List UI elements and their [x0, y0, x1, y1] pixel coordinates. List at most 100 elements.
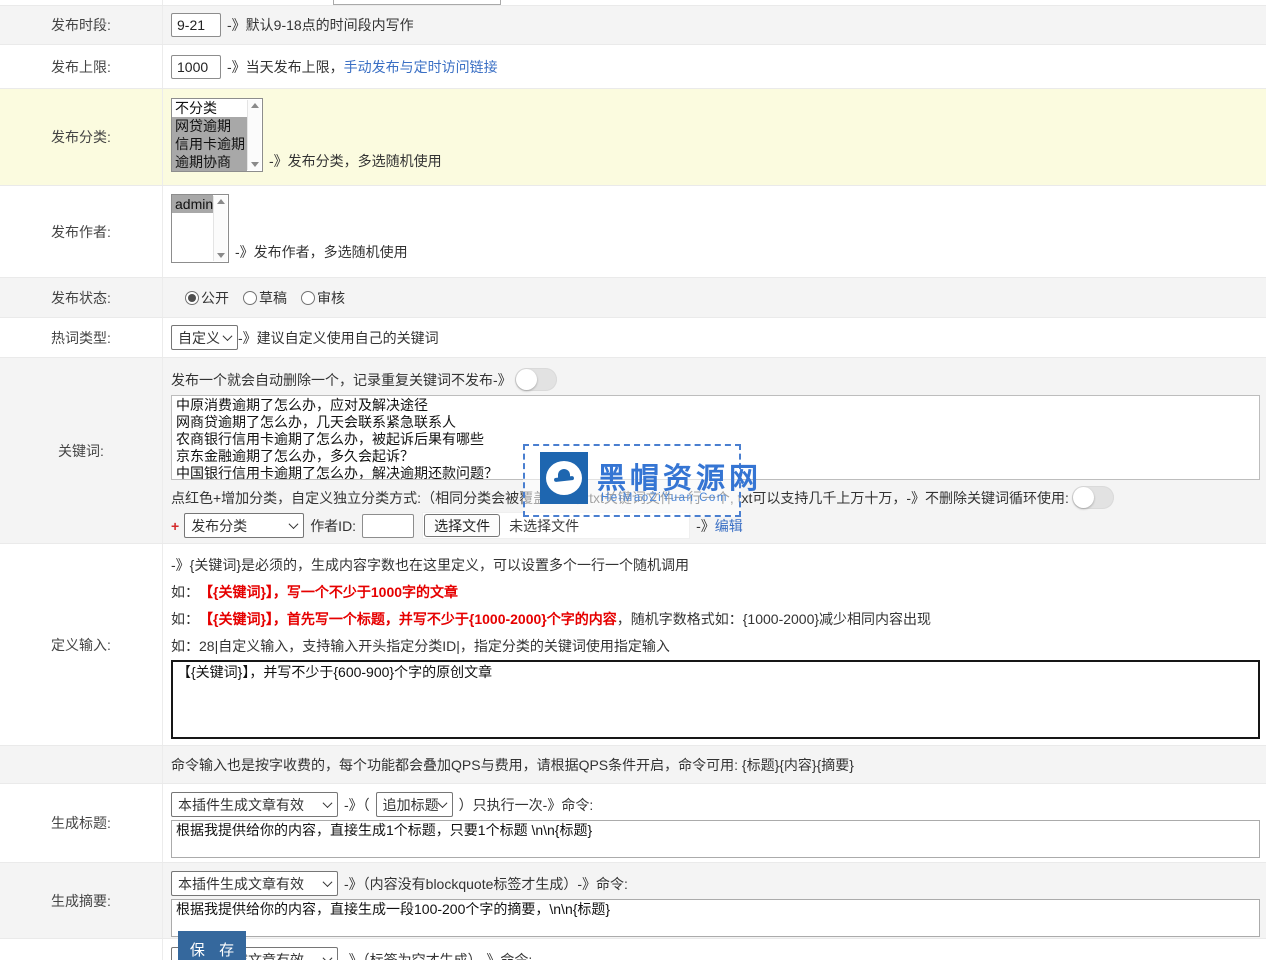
publish-author-hint: -》发布作者，多选随机使用 [235, 242, 408, 262]
radio-unchecked-icon[interactable] [243, 291, 257, 305]
title-mode-select[interactable]: 本插件生成文章有效 [171, 792, 338, 817]
radio-draft[interactable]: 草稿 [243, 288, 287, 308]
publish-category-label: 发布分类: [0, 89, 163, 185]
example2-text: 【{关键词}】，首先写一个标题，并写不少于{1000-2000}个字的内容 [199, 609, 617, 629]
watermark-overlay: 黑帽资源网 HeiMaoZiYuan.Com [523, 444, 741, 517]
file-status-text: 未选择文件 [509, 516, 579, 536]
tags-mid-text: -》（标签为空才生成）-》命令: [344, 950, 532, 960]
chevron-down-icon [323, 877, 333, 887]
chevron-down-icon [289, 519, 299, 529]
row-publish-limit: 发布上限: -》当天发布上限， 手动发布与定时访问链接 [0, 44, 1266, 88]
publish-category-hint: -》发布分类，多选随机使用 [269, 151, 442, 171]
publish-limit-input[interactable] [171, 55, 221, 79]
chevron-down-icon [223, 331, 233, 341]
summary-mode-select[interactable]: 本插件生成文章有效 [171, 871, 338, 896]
radio-unchecked-icon[interactable] [301, 291, 315, 305]
example1-text: 【{关键词}】，写一个不少于1000字的文章 [199, 582, 458, 602]
publish-status-label: 发布状态: [0, 278, 163, 317]
heimao-logo-icon [540, 452, 588, 504]
example-prefix: 如： [171, 636, 199, 656]
define-input-textarea[interactable]: 【{关键词}】，并写不少于{600-900}个字的原创文章 [171, 660, 1260, 739]
generate-summary-textarea[interactable]: 根据我提供给你的内容，直接生成一段100-200个字的摘要，\n\n{标题} [171, 899, 1260, 937]
hotword-type-hint: -》建议自定义使用自己的关键词 [238, 328, 439, 348]
radio-review[interactable]: 审核 [301, 288, 345, 308]
example2-tail: ，随机字数格式如：{1000-2000}减少相同内容出现 [617, 609, 931, 629]
category-option[interactable]: 信用卡逾期 [172, 135, 247, 153]
category-option[interactable]: 网贷逾期 [172, 117, 247, 135]
generate-title-textarea[interactable]: 根据我提供给你的内容，直接生成1个标题，只要1个标题 \n\n{标题} [171, 820, 1260, 858]
listbox-scrollbar[interactable] [247, 100, 261, 170]
add-category-button[interactable]: + [171, 518, 179, 534]
scroll-up-icon[interactable] [251, 103, 259, 108]
edit-arrow-text: -》 [696, 516, 715, 536]
publish-time-input[interactable] [171, 13, 221, 37]
publish-limit-label: 发布上限: [0, 45, 163, 88]
publish-limit-hint: -》当天发布上限， [227, 57, 344, 77]
publish-time-hint: -》默认9-18点的时间段内写作 [227, 15, 414, 35]
scroll-down-icon[interactable] [217, 253, 225, 258]
publish-author-label: 发布作者: [0, 186, 163, 277]
cutoff-row-top [0, 0, 1266, 5]
row-billing-note: 命令输入也是按字收费的，每个功能都会叠加QPS与费用，请根据QPS条件开启，命令… [0, 745, 1266, 783]
cutoff-input-remnant [333, 0, 501, 5]
row-publish-category: 发布分类: 不分类 网贷逾期 信用卡逾期 逾期协商 -》发布分类，多选随机使用 [0, 88, 1266, 185]
keyword-category-select[interactable]: 发布分类 [184, 513, 304, 538]
chevron-down-icon [323, 798, 333, 808]
publish-status-radio-group: 公开 草稿 审核 [185, 288, 345, 308]
radio-draft-label: 草稿 [259, 288, 287, 308]
save-button[interactable]: 保 存 [178, 931, 246, 960]
choose-file-button[interactable]: 选择文件 [424, 514, 500, 537]
example3-text: 28|自定义输入，支持输入开头指定分类ID|，指定分类的关键词使用指定输入 [199, 636, 670, 656]
watermark-title: 黑帽资源网 [597, 455, 762, 497]
edit-link[interactable]: 编辑 [715, 516, 743, 536]
plugin-settings-page: 发布时段: -》默认9-18点的时间段内写作 发布上限: -》当天发布上限， 手… [0, 0, 1266, 960]
category-option[interactable]: 逾期协商 [172, 153, 247, 171]
scroll-up-icon[interactable] [217, 199, 225, 204]
row-generate-title: 生成标题: 本插件生成文章有效 -》（ 追加标题 ）只执行一次-》命令: 根据我… [0, 783, 1266, 862]
row-define-input: 定义输入: -》{关键词}是必须的，生成内容字数也在这里定义，可以设置多个一行一… [0, 543, 1266, 745]
author-listbox[interactable]: admin [171, 194, 229, 263]
author-id-label: 作者ID: [310, 516, 356, 536]
define-input-label: 定义输入: [0, 544, 163, 745]
auto-delete-text: 发布一个就会自动删除一个，记录重复关键词不发布-》 [171, 370, 512, 390]
define-line1: -》{关键词}是必须的，生成内容字数也在这里定义，可以设置多个一行一个随机调用 [171, 555, 689, 575]
keyword-loop-toggle[interactable] [1072, 486, 1114, 509]
hat-icon [554, 469, 574, 483]
example-prefix: 如： [171, 582, 199, 602]
keywords-label: 关键词: [0, 358, 163, 543]
row-hotword-type: 热词类型: 自定义 -》建议自定义使用自己的关键词 [0, 317, 1266, 357]
generate-summary-label: 生成摘要: [0, 863, 163, 938]
listbox-scrollbar[interactable] [213, 196, 227, 261]
radio-public-label: 公开 [201, 288, 229, 308]
summary-mid-text: -》（内容没有blockquote标签才生成）-》命令: [344, 874, 628, 894]
summary-mode-value: 本插件生成文章有效 [178, 874, 304, 894]
title-append-value: 追加标题 [383, 795, 439, 815]
radio-checked-icon[interactable] [185, 291, 199, 305]
hotword-type-select[interactable]: 自定义 [171, 325, 238, 350]
radio-review-label: 审核 [317, 288, 345, 308]
billing-note-text: 命令输入也是按字收费的，每个功能都会叠加QPS与费用，请根据QPS条件开启，命令… [171, 755, 854, 775]
title-append-select[interactable]: 追加标题 [376, 792, 453, 817]
title-mid1-text: -》（ [344, 795, 370, 815]
hotword-type-label: 热词类型: [0, 318, 163, 357]
watermark-subtitle: HeiMaoZiYuan.Com [601, 492, 728, 504]
manual-publish-link[interactable]: 手动发布与定时访问链接 [344, 57, 498, 77]
row-publish-author: 发布作者: admin -》发布作者，多选随机使用 [0, 185, 1266, 277]
auto-delete-toggle[interactable] [515, 368, 557, 391]
row-publish-time: 发布时段: -》默认9-18点的时间段内写作 [0, 5, 1266, 44]
row-publish-status: 发布状态: 公开 草稿 审核 [0, 277, 1266, 317]
category-option[interactable]: 不分类 [172, 99, 247, 117]
keyword-category-value: 发布分类 [191, 516, 247, 536]
title-mode-value: 本插件生成文章有效 [178, 795, 304, 815]
hotword-type-value: 自定义 [178, 328, 220, 348]
chevron-down-icon [437, 798, 447, 808]
generate-title-label: 生成标题: [0, 784, 163, 862]
title-mid2-text: ）只执行一次-》命令: [459, 795, 594, 815]
author-id-input[interactable] [362, 514, 414, 538]
publish-time-label: 发布时段: [0, 6, 163, 44]
category-listbox[interactable]: 不分类 网贷逾期 信用卡逾期 逾期协商 [171, 98, 263, 172]
author-option[interactable]: admin [172, 195, 213, 213]
chevron-down-icon [323, 953, 333, 960]
scroll-down-icon[interactable] [251, 162, 259, 167]
radio-public[interactable]: 公开 [185, 288, 229, 308]
